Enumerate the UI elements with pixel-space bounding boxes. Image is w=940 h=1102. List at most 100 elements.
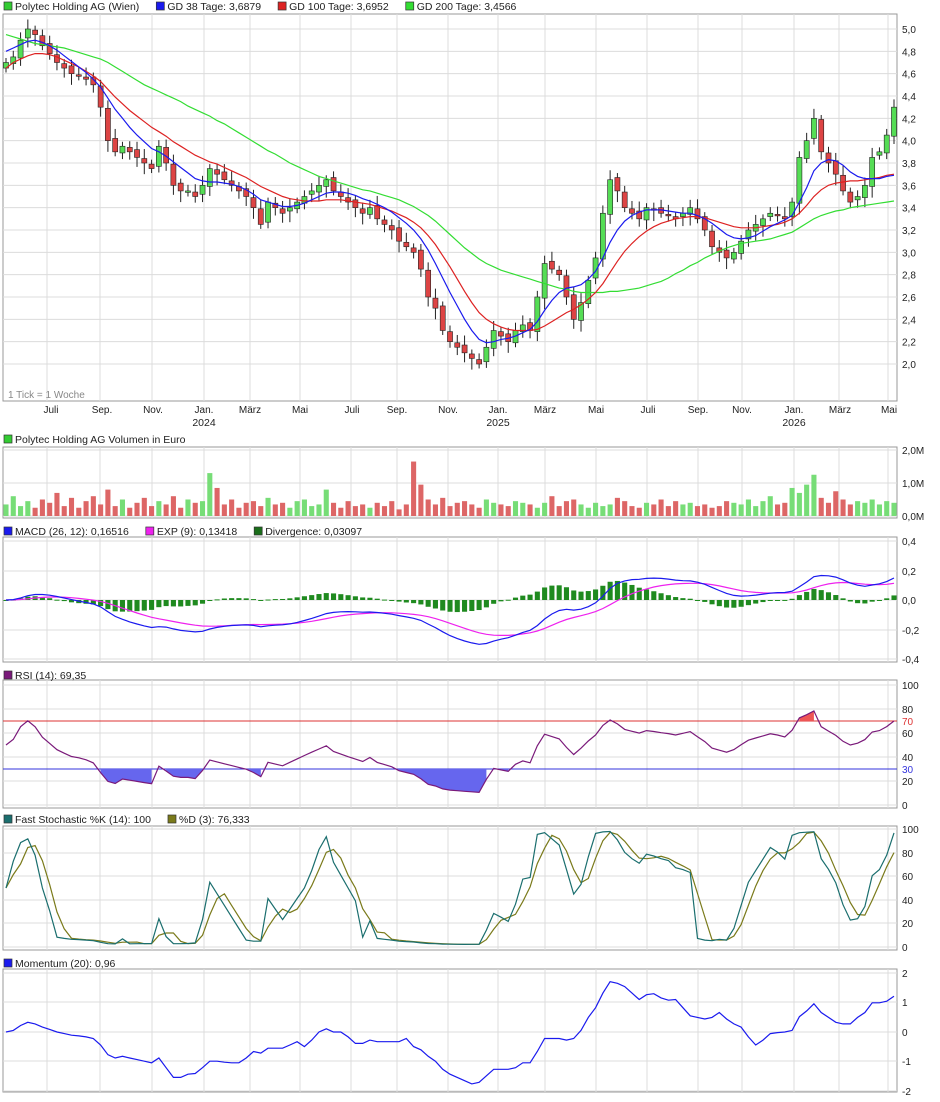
candle-body xyxy=(410,247,417,253)
candle-body xyxy=(323,179,330,187)
divergence-bar xyxy=(149,600,155,610)
y-tick-label: 2,2 xyxy=(902,338,916,349)
divergence-bar xyxy=(47,598,53,600)
divergence-bar xyxy=(716,600,722,607)
candle-body xyxy=(352,199,359,208)
candle-body xyxy=(396,227,402,242)
divergence-bar xyxy=(636,587,642,600)
divergence-bar xyxy=(876,600,882,601)
divergence-bar xyxy=(658,593,664,600)
divergence-bar xyxy=(403,600,409,603)
legend-swatch xyxy=(167,814,177,824)
rsi-level-label: 70 xyxy=(902,717,914,728)
divergence-bar xyxy=(345,595,351,600)
volume-bar xyxy=(556,506,562,516)
volume-bar xyxy=(229,499,235,516)
legend-label: %D (3): 76,333 xyxy=(179,814,250,826)
volume-bar xyxy=(571,499,577,516)
volume-bar xyxy=(847,504,853,516)
legend-swatch xyxy=(3,814,13,824)
volume-bar xyxy=(607,504,613,516)
volume-bar xyxy=(512,501,519,516)
y-tick-label: 60 xyxy=(902,729,914,740)
y-tick-label: 4,4 xyxy=(902,92,916,103)
divergence-bar xyxy=(571,590,577,600)
volume-bar xyxy=(68,497,75,516)
volume-bar xyxy=(367,507,373,516)
y-tick-label: 3,4 xyxy=(902,204,916,215)
x-tick-label: Mai xyxy=(588,405,604,416)
volume-bar xyxy=(54,492,60,516)
volume-bar xyxy=(221,504,227,516)
candle-body xyxy=(862,185,868,198)
legend-label: Momentum (20): 0,96 xyxy=(15,958,116,970)
volume-bar xyxy=(549,496,555,516)
volume-bar xyxy=(76,507,82,516)
divergence-bar xyxy=(563,587,570,600)
volume-bar xyxy=(163,504,169,516)
divergence-bar xyxy=(119,600,126,612)
divergence-bar xyxy=(323,593,329,600)
volume-bar xyxy=(782,502,788,516)
y-tick-label: 20 xyxy=(902,777,914,788)
volume-bar xyxy=(134,502,140,516)
y-tick-label: 0,4 xyxy=(902,537,916,548)
candle-body xyxy=(767,212,774,217)
candle-body xyxy=(214,169,220,175)
candle-body xyxy=(177,182,184,192)
x-tick-label: Jan. xyxy=(489,405,508,416)
candle-body xyxy=(665,214,672,217)
y-tick-label: 1,0M xyxy=(902,479,924,490)
x-tick-label: Mai xyxy=(292,405,308,416)
divergence-bar xyxy=(738,600,744,607)
divergence-bar xyxy=(309,595,315,600)
divergence-bar xyxy=(767,600,773,601)
y-tick-label: 3,6 xyxy=(902,181,916,192)
divergence-bar xyxy=(258,600,264,601)
divergence-bar xyxy=(192,600,198,606)
x-tick-label: Juli xyxy=(43,405,58,416)
volume-bar xyxy=(141,497,147,516)
legend-label: Fast Stochastic %K (14): 100 xyxy=(15,814,151,826)
volume-bar xyxy=(505,506,511,516)
divergence-bar xyxy=(840,598,846,600)
volume-bar xyxy=(316,504,322,516)
candle-body xyxy=(257,208,264,225)
volume-bar xyxy=(731,502,737,516)
divergence-bar xyxy=(316,594,322,600)
divergence-bar xyxy=(491,600,497,604)
divergence-bar xyxy=(272,599,278,601)
divergence-bar xyxy=(243,598,249,600)
volume-bar xyxy=(636,507,642,516)
volume-bar xyxy=(119,499,126,516)
volume-bar xyxy=(178,507,184,516)
candle-body xyxy=(541,263,548,299)
divergence-bar xyxy=(782,599,788,601)
volume-bar xyxy=(396,509,402,516)
divergence-bar xyxy=(54,599,60,601)
x-tick-label: März xyxy=(239,405,261,416)
candle-body xyxy=(796,157,803,204)
legend-swatch xyxy=(145,526,155,536)
volume-bar xyxy=(83,501,89,516)
candle-body xyxy=(891,106,897,137)
y-tick-label: 4,8 xyxy=(902,47,916,58)
volume-bar xyxy=(673,501,679,516)
legend-label: GD 38 Tage: 3,6879 xyxy=(167,1,261,13)
volume-bar xyxy=(476,507,482,516)
volume-bar xyxy=(855,501,861,516)
candle-body xyxy=(556,269,563,275)
divergence-bar xyxy=(411,600,417,604)
candle-body xyxy=(24,28,31,39)
legend-label: EXP (9): 0,13418 xyxy=(157,526,238,538)
volume-bar xyxy=(207,473,213,516)
candle-body xyxy=(425,269,432,298)
volume-bar xyxy=(330,502,337,516)
volume-bar xyxy=(374,502,380,516)
candle-body xyxy=(731,252,737,260)
candle-body xyxy=(498,331,504,337)
legend-swatch xyxy=(3,958,13,968)
candle-body xyxy=(840,174,846,192)
volume-bar xyxy=(294,501,300,516)
divergence-bar xyxy=(862,600,868,604)
